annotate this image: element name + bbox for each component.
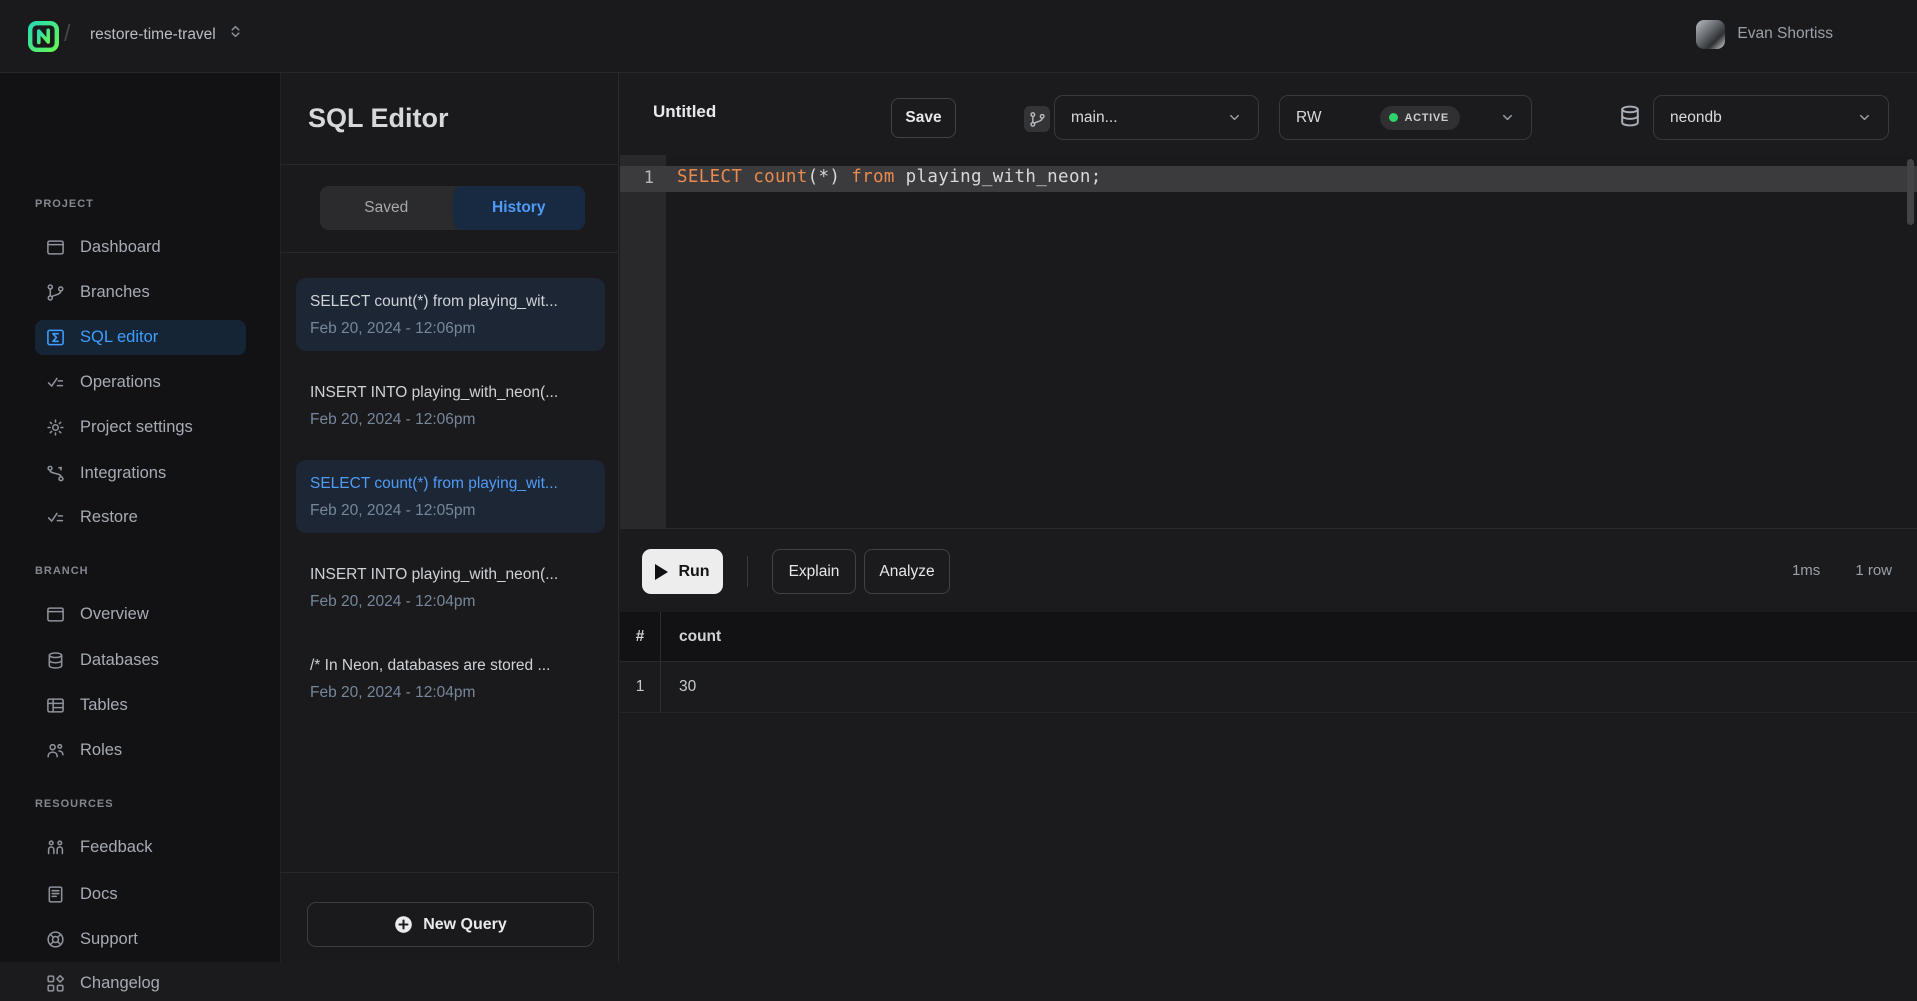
docs-icon — [46, 885, 65, 904]
query-row-count: 1 row — [1855, 562, 1892, 579]
feedback-icon — [46, 838, 65, 857]
history-item-selected[interactable]: SELECT count(*) from playing_wit... Feb … — [296, 460, 605, 533]
branch-select[interactable]: main... — [1054, 95, 1259, 140]
tab-history[interactable]: History — [453, 186, 586, 230]
history-item[interactable]: INSERT INTO playing_with_neon(... Feb 20… — [296, 551, 605, 624]
code-line: SELECT count(*) from playing_with_neon; — [677, 167, 1102, 187]
support-icon — [46, 930, 65, 949]
tables-icon — [46, 696, 65, 715]
new-query-button[interactable]: New Query — [307, 902, 594, 947]
sidebar-item-overview[interactable]: Overview — [35, 597, 246, 632]
query-stats: 1ms 1 row — [1792, 562, 1892, 579]
analyze-button[interactable]: Analyze — [864, 549, 950, 594]
sidebar-item-docs[interactable]: Docs — [35, 877, 246, 912]
gear-icon — [46, 418, 65, 437]
sidebar-item-databases[interactable]: Databases — [35, 643, 246, 678]
chevron-down-icon — [1227, 110, 1242, 125]
section-label-resources: RESOURCES — [35, 798, 114, 810]
plus-circle-icon — [394, 915, 413, 934]
branches-icon — [46, 283, 65, 302]
branch-icon — [1029, 111, 1046, 128]
breadcrumb-project-name[interactable]: restore-time-travel — [90, 26, 216, 44]
row-count-value: 30 — [661, 678, 696, 696]
chevron-updown-icon — [228, 24, 243, 39]
section-label-project: PROJECT — [35, 198, 94, 210]
row-index: 1 — [620, 662, 661, 712]
sql-editor-icon — [46, 328, 65, 347]
run-button[interactable]: Run — [642, 549, 723, 594]
top-bar: / restore-time-travel Evan Shortiss — [0, 0, 1917, 73]
query-panel: SQL Editor Saved History SELECT count(*)… — [280, 73, 619, 962]
table-row[interactable]: 1 30 — [620, 662, 1917, 713]
chevron-down-icon — [1500, 110, 1515, 125]
database-icon — [1618, 104, 1644, 130]
sidebar-item-dashboard[interactable]: Dashboard — [35, 230, 246, 265]
sidebar-item-tables[interactable]: Tables — [35, 688, 246, 723]
restore-icon — [46, 508, 65, 527]
sidebar: PROJECT Dashboard Branches SQL editor Op… — [0, 73, 280, 962]
divider — [281, 872, 618, 873]
branch-icon-button[interactable] — [1024, 106, 1050, 132]
chevron-down-icon — [1857, 110, 1872, 125]
neon-logo[interactable] — [28, 21, 59, 57]
status-badge: ACTIVE — [1380, 106, 1460, 130]
sql-code-editor[interactable]: 1 SELECT count(*) from playing_with_neon… — [620, 155, 1917, 528]
user-name: Evan Shortiss — [1737, 25, 1833, 43]
roles-icon — [46, 741, 65, 760]
divider — [747, 556, 748, 587]
explain-button[interactable]: Explain — [772, 549, 856, 594]
section-label-branch: BRANCH — [35, 565, 89, 577]
history-item[interactable]: INSERT INTO playing_with_neon(... Feb 20… — [296, 369, 605, 442]
page-title: SQL Editor — [308, 103, 449, 134]
project-switcher-button[interactable] — [228, 24, 243, 44]
results-table: # count 1 30 — [620, 612, 1917, 713]
status-dot-icon — [1389, 113, 1398, 122]
changelog-icon — [46, 974, 65, 993]
editor-region: Untitled Save main... RW ACTIVE neondb 1… — [620, 73, 1917, 962]
database-select[interactable]: neondb — [1653, 95, 1889, 140]
sidebar-item-feedback[interactable]: Feedback — [35, 830, 246, 865]
saved-history-tabs: Saved History — [320, 186, 585, 230]
tab-saved[interactable]: Saved — [320, 186, 453, 230]
column-header-index: # — [620, 612, 661, 661]
dashboard-icon — [46, 238, 65, 257]
history-item[interactable]: /* In Neon, databases are stored ... Feb… — [296, 642, 605, 715]
run-toolbar: Run Explain Analyze 1ms 1 row — [620, 528, 1917, 612]
query-duration: 1ms — [1792, 562, 1820, 579]
sidebar-item-project-settings[interactable]: Project settings — [35, 410, 246, 445]
divider — [281, 252, 618, 253]
sidebar-item-roles[interactable]: Roles — [35, 733, 246, 768]
query-title: Untitled — [653, 102, 716, 122]
overview-icon — [46, 605, 65, 624]
sidebar-item-integrations[interactable]: Integrations — [35, 456, 246, 491]
editor-gutter — [620, 155, 666, 528]
history-item[interactable]: SELECT count(*) from playing_wit... Feb … — [296, 278, 605, 351]
avatar[interactable] — [1696, 20, 1725, 49]
breadcrumb-separator: / — [64, 20, 70, 47]
sidebar-item-branches[interactable]: Branches — [35, 275, 246, 310]
play-icon — [655, 564, 668, 580]
save-button[interactable]: Save — [891, 98, 956, 138]
sidebar-item-restore[interactable]: Restore — [35, 500, 246, 535]
line-number: 1 — [620, 168, 654, 188]
sidebar-item-operations[interactable]: Operations — [35, 365, 246, 400]
user-menu[interactable]: Evan Shortiss — [1696, 19, 1833, 49]
operations-icon — [46, 373, 65, 392]
integrations-icon — [46, 464, 65, 483]
column-header-count: count — [661, 628, 721, 646]
sidebar-item-sql-editor[interactable]: SQL editor — [35, 320, 246, 355]
editor-scrollbar[interactable] — [1907, 159, 1914, 225]
compute-select[interactable]: RW ACTIVE — [1279, 95, 1532, 140]
database-icon — [46, 651, 65, 670]
sidebar-item-support[interactable]: Support — [35, 922, 246, 957]
sidebar-item-changelog[interactable]: Changelog — [35, 966, 246, 1001]
results-header-row: # count — [620, 612, 1917, 662]
divider — [281, 164, 618, 165]
